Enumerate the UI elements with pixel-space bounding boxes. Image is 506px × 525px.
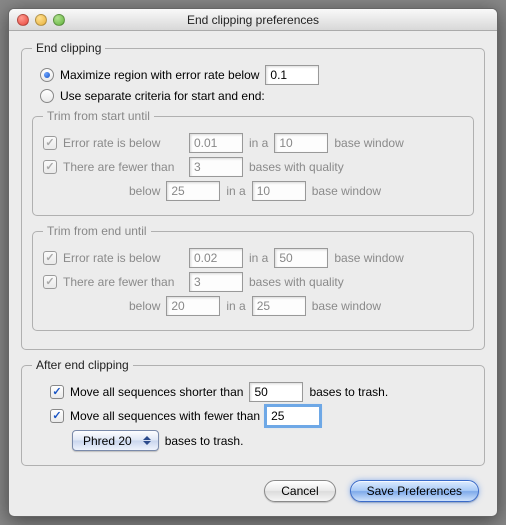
start-err-rate-input <box>189 133 243 153</box>
bases-trash-label: bases to trash. <box>309 385 388 399</box>
in-a-label-3: in a <box>249 251 268 265</box>
chevron-updown-icon <box>140 433 154 449</box>
after-fewer-checkbox[interactable] <box>50 409 64 423</box>
max-error-rate-input[interactable] <box>265 65 319 85</box>
radio-separate[interactable] <box>40 89 54 103</box>
end-qual-below-input <box>166 296 220 316</box>
below-label: below <box>129 184 160 198</box>
start-err-row: Error rate is below in a base window <box>43 133 463 153</box>
end-err-label: Error rate is below <box>63 251 183 265</box>
phred-select-value: Phred 20 <box>83 434 132 448</box>
end-err-row: Error rate is below in a base window <box>43 248 463 268</box>
bases-quality-label-2: bases with quality <box>249 275 344 289</box>
window-title: End clipping preferences <box>9 13 497 27</box>
group-trim-start: Trim from start until Error rate is belo… <box>32 109 474 216</box>
end-fewer-checkbox <box>43 275 57 289</box>
zoom-icon[interactable] <box>53 14 65 26</box>
group-trim-end-legend: Trim from end until <box>43 224 151 238</box>
start-below-row: below in a base window <box>43 181 463 201</box>
group-end-clipping-legend: End clipping <box>32 41 105 55</box>
content: End clipping Maximize region with error … <box>9 31 497 516</box>
group-end-clipping: End clipping Maximize region with error … <box>21 41 485 350</box>
in-a-label: in a <box>249 136 268 150</box>
preferences-window: End clipping preferences End clipping Ma… <box>8 8 498 517</box>
after-fewer-input[interactable] <box>266 406 320 426</box>
after-shorter-input[interactable] <box>249 382 303 402</box>
cancel-button[interactable]: Cancel <box>264 480 335 502</box>
radio-separate-label[interactable]: Use separate criteria for start and end: <box>60 89 265 103</box>
base-window-label-4: base window <box>312 299 381 313</box>
start-fewer-row: There are fewer than bases with quality <box>43 157 463 177</box>
after-fewer-label[interactable]: Move all sequences with fewer than <box>70 409 260 423</box>
end-fewer-label: There are fewer than <box>63 275 183 289</box>
start-fewer-checkbox <box>43 160 57 174</box>
close-icon[interactable] <box>17 14 29 26</box>
radio-maximize-row: Maximize region with error rate below <box>32 65 474 85</box>
start-fewer-bases-input <box>189 157 243 177</box>
save-button[interactable]: Save Preferences <box>350 480 479 502</box>
start-qual-below-input <box>166 181 220 201</box>
phred-row: Phred 20 bases to trash. <box>32 430 474 451</box>
in-a-label-2: in a <box>226 184 245 198</box>
radio-maximize[interactable] <box>40 68 54 82</box>
window-controls <box>9 14 65 26</box>
end-err-checkbox <box>43 251 57 265</box>
start-err-window-input <box>274 133 328 153</box>
base-window-label-3: base window <box>334 251 403 265</box>
start-err-checkbox <box>43 136 57 150</box>
base-window-label: base window <box>334 136 403 150</box>
bases-quality-label: bases with quality <box>249 160 344 174</box>
after-fewer-row: Move all sequences with fewer than <box>32 406 474 426</box>
in-a-label-4: in a <box>226 299 245 313</box>
base-window-label-2: base window <box>312 184 381 198</box>
after-shorter-label[interactable]: Move all sequences shorter than <box>70 385 243 399</box>
start-err-label: Error rate is below <box>63 136 183 150</box>
radio-separate-row: Use separate criteria for start and end: <box>32 89 474 103</box>
group-trim-start-legend: Trim from start until <box>43 109 154 123</box>
after-shorter-row: Move all sequences shorter than bases to… <box>32 382 474 402</box>
end-qual-window-input <box>252 296 306 316</box>
group-after-legend: After end clipping <box>32 358 133 372</box>
minimize-icon[interactable] <box>35 14 47 26</box>
phred-select[interactable]: Phred 20 <box>72 430 159 451</box>
save-button-label: Save Preferences <box>367 484 462 498</box>
start-qual-window-input <box>252 181 306 201</box>
start-fewer-label: There are fewer than <box>63 160 183 174</box>
button-row: Cancel Save Preferences <box>21 474 485 502</box>
titlebar: End clipping preferences <box>9 9 497 31</box>
end-err-window-input <box>274 248 328 268</box>
below-label-2: below <box>129 299 160 313</box>
radio-maximize-label[interactable]: Maximize region with error rate below <box>60 68 259 82</box>
end-below-row: below in a base window <box>43 296 463 316</box>
end-fewer-row: There are fewer than bases with quality <box>43 272 463 292</box>
after-shorter-checkbox[interactable] <box>50 385 64 399</box>
end-err-rate-input <box>189 248 243 268</box>
group-trim-end: Trim from end until Error rate is below … <box>32 224 474 331</box>
end-fewer-bases-input <box>189 272 243 292</box>
group-after: After end clipping Move all sequences sh… <box>21 358 485 466</box>
cancel-button-label: Cancel <box>281 484 318 498</box>
bases-trash-label-2: bases to trash. <box>165 434 244 448</box>
